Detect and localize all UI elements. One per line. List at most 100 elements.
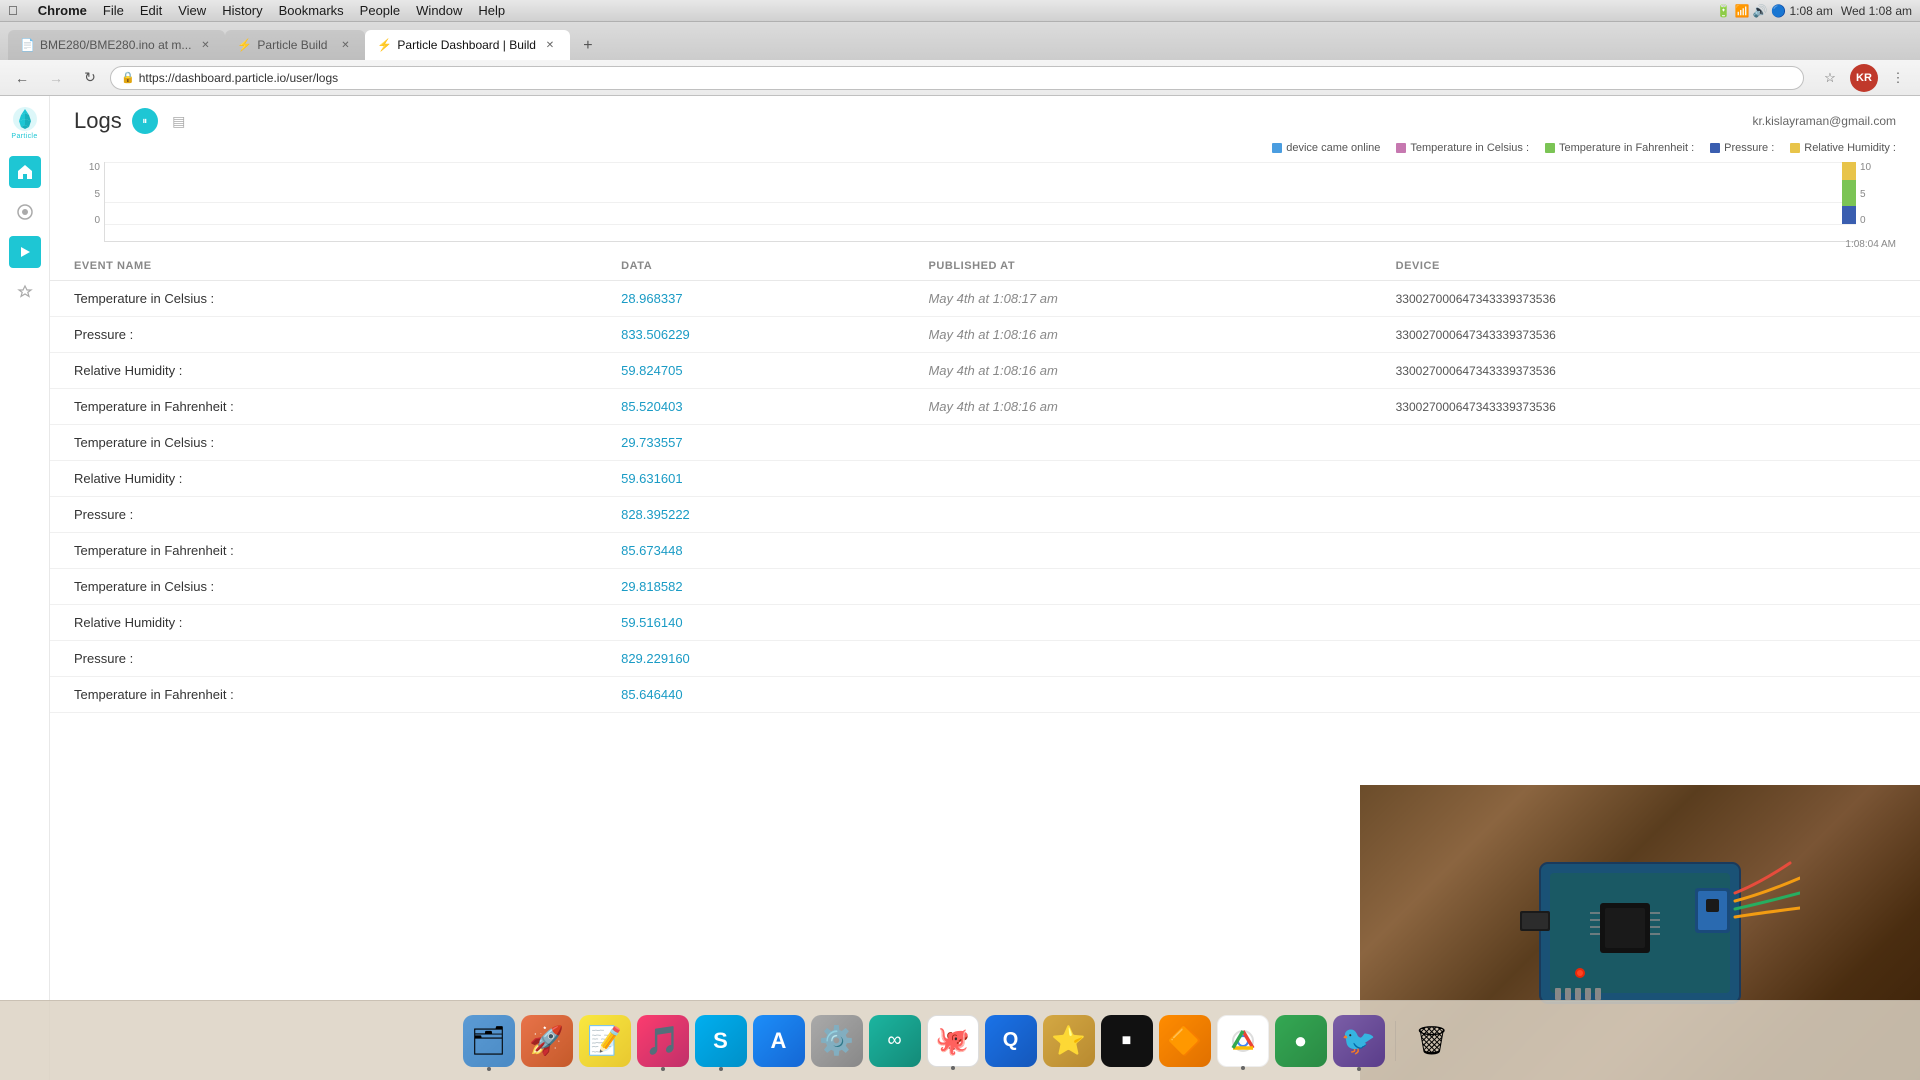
legend-dot-celsius [1396,143,1406,153]
menu-file[interactable]: File [103,3,124,18]
back-button[interactable]: ← [8,64,36,92]
tab-particle-build[interactable]: ⚡ Particle Build ✕ [225,30,365,60]
table-row: Relative Humidity : 59.824705 May 4th at… [50,353,1920,389]
table-row: Temperature in Fahrenheit : 85.520403 Ma… [50,389,1920,425]
cell-device [1372,569,1920,605]
cell-data: 59.824705 [597,353,904,389]
y-right-label-10: 10 [1860,162,1896,173]
dock-black-app[interactable]: ■ [1101,1015,1153,1067]
cell-data: 828.395222 [597,497,904,533]
cell-published-at [904,425,1371,461]
cell-data: 59.631601 [597,461,904,497]
dock-dot-finder [487,1067,491,1071]
table-row: Pressure : 828.395222 [50,497,1920,533]
legend-item-celsius: Temperature in Celsius : [1396,142,1529,154]
cell-data: 85.520403 [597,389,904,425]
pause-button[interactable]: ⏸ [132,108,158,134]
url-bar[interactable]: 🔒 https://dashboard.particle.io/user/log… [110,66,1804,90]
cell-data: 59.516140 [597,605,904,641]
menu-people[interactable]: People [360,3,400,18]
menu-history[interactable]: History [222,3,262,18]
chart-y-axis: 10 5 0 [74,162,104,242]
cell-data: 829.229160 [597,641,904,677]
table-row: Relative Humidity : 59.516140 [50,605,1920,641]
tab-bar: 📄 BME280/BME280.ino at m... ✕ ⚡ Particle… [0,22,1920,60]
particle-logo: Particle [7,104,43,140]
content-area: Logs ⏸ ▤ kr.kislayraman@gmail.com device… [50,96,1920,1080]
dock-appstore[interactable]: A [753,1015,805,1067]
logs-table: EVENT NAME DATA PUBLISHED AT DEVICE Temp… [50,252,1920,713]
tab-favicon-1: 📄 [20,38,34,52]
profile-avatar[interactable]: KR [1850,64,1878,92]
dock-twitterrific[interactable]: 🐦 [1333,1015,1385,1067]
new-tab-button[interactable]: + [574,32,602,60]
chart-main [104,162,1856,242]
cell-published-at [904,569,1371,605]
dock-finder[interactable]: 🗂 [463,1015,515,1067]
sidebar-icon-devices[interactable] [9,196,41,228]
dock-chrome[interactable] [1217,1015,1269,1067]
cell-event-name: Relative Humidity : [50,461,597,497]
legend-label-online: device came online [1286,142,1380,154]
chart-time-label: 1:08:04 AM [1845,239,1896,250]
dock-dot-chrome [1241,1066,1245,1070]
dock-vlc[interactable]: 🔶 [1159,1015,1211,1067]
tab-close-2[interactable]: ✕ [337,37,353,53]
dock-github[interactable]: 🐙 [927,1015,979,1067]
tab-bme280[interactable]: 📄 BME280/BME280.ino at m... ✕ [8,30,225,60]
cell-data: 833.506229 [597,317,904,353]
table-row: Temperature in Celsius : 28.968337 May 4… [50,281,1920,317]
tab-particle-dashboard[interactable]: ⚡ Particle Dashboard | Build ✕ [365,30,570,60]
tab-close-1[interactable]: ✕ [197,37,213,53]
url-text: https://dashboard.particle.io/user/logs [139,71,338,85]
menu-help[interactable]: Help [478,3,505,18]
menu-chrome[interactable]: Chrome [38,3,87,18]
reload-button[interactable]: ↻ [76,64,104,92]
dock-trash[interactable]: 🗑 [1406,1015,1458,1067]
cell-device: 330027000647343339373536 [1372,317,1920,353]
dock-skype[interactable]: S [695,1015,747,1067]
sidebar-icon-integrations[interactable] [9,276,41,308]
apple-menu[interactable]:  [8,3,18,18]
col-event-name: EVENT NAME [50,252,597,281]
menu-view[interactable]: View [178,3,206,18]
tab-title-1: BME280/BME280.ino at m... [40,38,191,52]
menu-bookmarks[interactable]: Bookmarks [279,3,344,18]
cell-device [1372,461,1920,497]
cell-event-name: Temperature in Fahrenheit : [50,533,597,569]
bookmark-star[interactable]: ☆ [1816,64,1844,92]
dock-notes[interactable]: 📝 [579,1015,631,1067]
legend-item-pressure: Pressure : [1710,142,1774,154]
sidebar-icon-home[interactable] [9,156,41,188]
table-header-row: EVENT NAME DATA PUBLISHED AT DEVICE [50,252,1920,281]
legend-dot-fahrenheit [1545,143,1555,153]
bar-pressure [1842,206,1856,224]
sidebar-icon-console[interactable] [9,236,41,268]
forward-button[interactable]: → [42,64,70,92]
cell-event-name: Temperature in Celsius : [50,425,597,461]
legend-item-online: device came online [1272,142,1380,154]
clear-button[interactable]: ▤ [168,110,190,132]
dock-star[interactable]: ⭐ [1043,1015,1095,1067]
settings-icon[interactable]: ⋮ [1884,64,1912,92]
cell-event-name: Temperature in Fahrenheit : [50,677,597,713]
sidebar: Particle [0,96,50,1080]
menu-edit[interactable]: Edit [140,3,162,18]
cell-device [1372,641,1920,677]
dock-system-prefs[interactable]: ⚙️ [811,1015,863,1067]
dock-dot-skype [719,1067,723,1071]
dock-launchpad[interactable]: 🚀 [521,1015,573,1067]
legend-item-humidity: Relative Humidity : [1790,142,1896,154]
cell-published-at [904,497,1371,533]
dock-dot-itunes [661,1067,665,1071]
cell-device: 330027000647343339373536 [1372,389,1920,425]
tab-close-3[interactable]: ✕ [542,37,558,53]
cell-event-name: Pressure : [50,497,597,533]
bar-humidity [1842,162,1856,180]
dock-green-app[interactable]: ● [1275,1015,1327,1067]
col-published-at: PUBLISHED AT [904,252,1371,281]
dock-finder2[interactable]: Q [985,1015,1037,1067]
dock-itunes[interactable]: 🎵 [637,1015,689,1067]
menu-window[interactable]: Window [416,3,462,18]
dock-arduino[interactable]: ∞ [869,1015,921,1067]
